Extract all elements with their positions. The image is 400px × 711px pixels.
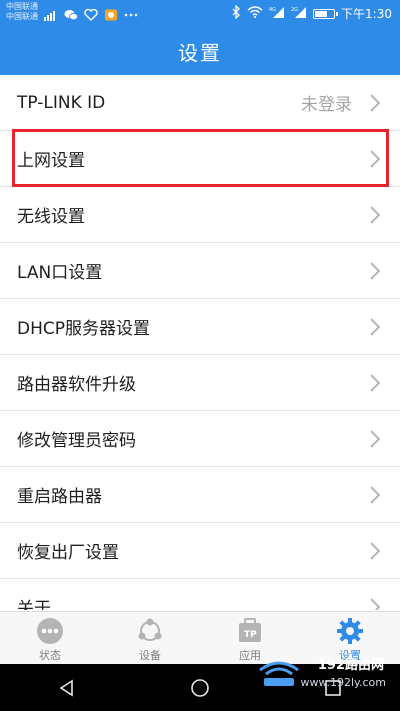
svg-text:TP: TP [244,630,257,640]
chevron-right-icon [364,596,386,610]
tp-app-icon: TP [236,617,264,645]
chevron-right-icon [364,316,386,338]
settings-item-label: 重启路由器 [17,487,102,507]
settings-item-wireless[interactable]: 无线设置 [0,187,400,243]
chevron-right-icon [364,204,386,226]
settings-item-label: TP-LINK ID [17,92,106,113]
tab-label: 状态 [39,649,61,662]
tab-label: 设备 [139,649,161,662]
chevron-right-icon [364,484,386,506]
tab-settings[interactable]: 设置 [300,612,400,664]
tab-apps[interactable]: TP 应用 [200,612,300,664]
tab-status[interactable]: 状态 [0,612,100,664]
status-right: 4G 2G 下午1:30 [231,4,392,22]
settings-item-label: 上网设置 [17,151,85,171]
page-title: 设置 [178,40,222,65]
cell-signal-4g-icon: 4G [269,6,285,21]
more-dots-icon [36,617,64,645]
chevron-right-icon [364,540,386,562]
tab-label: 应用 [239,649,261,662]
chevron-right-icon [364,260,386,282]
settings-item-admin-password[interactable]: 修改管理员密码 [0,411,400,467]
more-dots-icon [124,6,138,18]
settings-item-dhcp[interactable]: DHCP服务器设置 [0,299,400,355]
settings-item-label: 路由器软件升级 [17,375,136,395]
status-time: 下午1:30 [341,7,392,21]
tab-devices[interactable]: 设备 [100,612,200,664]
chevron-right-icon [364,148,386,170]
notification-icons [44,6,138,21]
wechat-icon [64,6,78,21]
app-notification-icon [104,6,118,21]
back-button[interactable] [1,664,134,711]
carrier-info: 中国联通 中国联通 [6,2,38,22]
settings-item-label: 无线设置 [17,207,85,227]
system-nav-bar [0,664,400,711]
wifi-icon [247,6,263,21]
recents-button[interactable] [267,664,400,711]
cell-signal-2g-icon: 2G [291,6,307,21]
settings-item-about[interactable]: 关于 [0,579,400,610]
bluetooth-icon [231,4,241,22]
tab-label: 设置 [339,649,361,662]
settings-item-label: 修改管理员密码 [17,431,136,451]
settings-item-label: DHCP服务器设置 [17,319,150,339]
battery-icon [313,8,339,19]
settings-item-internet[interactable]: 上网设置 [0,131,400,187]
chevron-right-icon [364,428,386,450]
signal-bars-icon [44,6,58,21]
settings-item-label: 关于 [17,599,51,610]
settings-item-tplink-id[interactable]: TP-LINK ID 未登录 [0,75,400,131]
settings-item-label: LAN口设置 [17,263,103,283]
home-button[interactable] [134,664,267,711]
svg-text:2G: 2G [291,7,298,13]
bottom-tab-bar: 状态 设备 TP 应用 设置 [0,611,400,664]
status-bar: 中国联通 中国联通 4G 2G 下午1:30 [0,0,400,27]
settings-item-firmware-upgrade[interactable]: 路由器软件升级 [0,355,400,411]
app-header: 设置 [0,27,400,75]
svg-text:4G: 4G [269,7,276,13]
heart-icon [84,6,98,21]
chevron-right-icon [364,92,386,114]
carrier-2: 中国联通 [6,12,38,21]
settings-item-factory-reset[interactable]: 恢复出厂设置 [0,523,400,579]
device-share-icon [136,617,164,645]
settings-item-reboot[interactable]: 重启路由器 [0,467,400,523]
settings-item-lan[interactable]: LAN口设置 [0,243,400,299]
settings-list: TP-LINK ID 未登录 上网设置 无线设置 LAN口设置 DHCP服务器设… [0,75,400,610]
carrier-1: 中国联通 [6,2,38,11]
login-status: 未登录 [301,95,352,115]
gear-icon [336,617,364,645]
chevron-right-icon [364,372,386,394]
settings-item-label: 恢复出厂设置 [17,543,119,563]
